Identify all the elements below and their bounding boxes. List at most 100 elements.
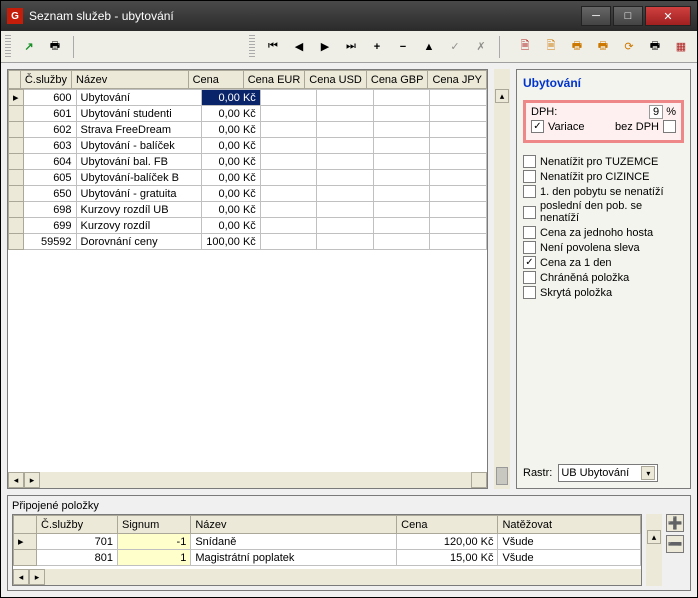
close-button[interactable]: ✕ — [645, 6, 691, 26]
refresh-icon[interactable]: ⟳ — [617, 35, 641, 59]
check-row[interactable]: Cena za jednoho hosta — [523, 226, 684, 239]
doc-red-icon[interactable]: 🗎 — [513, 35, 537, 59]
check-row[interactable]: Nenatížit pro CIZINCE — [523, 170, 684, 183]
print3-icon[interactable]: 🖶 — [591, 35, 615, 59]
table-row[interactable]: ▸600Ubytování0,00 Kč — [9, 90, 487, 106]
arrow-up-icon[interactable]: ↗ — [17, 35, 41, 59]
confirm-icon[interactable]: ✓ — [443, 35, 467, 59]
table-row[interactable]: 699Kurzovy rozdíl0,00 Kč — [9, 218, 487, 234]
check-label: Cena za 1 den — [540, 257, 612, 269]
table-row[interactable]: 604Ubytování bal. FB0,00 Kč — [9, 154, 487, 170]
last-icon[interactable]: ⏭ — [339, 35, 363, 59]
check-row[interactable]: Není povolena sleva — [523, 241, 684, 254]
check-row[interactable]: Nenatížit pro TUZEMCE — [523, 155, 684, 168]
table-row[interactable]: 650Ubytování - gratuita0,00 Kč — [9, 186, 487, 202]
side-up-icon[interactable]: ▴ — [495, 89, 509, 103]
scroll-thumb[interactable] — [496, 467, 508, 485]
titlebar[interactable]: G Seznam služeb - ubytování ─ □ ✕ — [1, 1, 697, 31]
col-header[interactable]: Cena EUR — [243, 71, 305, 89]
col-header[interactable]: Název — [191, 516, 397, 534]
col-header[interactable]: Cena USD — [305, 71, 367, 89]
remove-item-button[interactable]: ➖ — [666, 535, 684, 553]
col-header[interactable]: Cena GBP — [366, 71, 428, 89]
flag-icon[interactable]: ▦ — [669, 35, 693, 59]
dph-label: DPH: — [531, 106, 557, 118]
print-icon[interactable]: 🖶 — [43, 35, 67, 59]
app-window: G Seznam služeb - ubytování ─ □ ✕ ↗ 🖶 ⏮ … — [0, 0, 698, 598]
remove-icon[interactable]: − — [391, 35, 415, 59]
h-scrollbar[interactable]: ◂▸ — [8, 472, 487, 488]
app-icon: G — [7, 8, 23, 24]
checkbox[interactable]: ✓ — [523, 256, 536, 269]
col-header[interactable]: Cena JPY — [428, 71, 487, 89]
main-grid[interactable]: Č.službyNázevCenaCena EURCena USDCena GB… — [7, 69, 488, 489]
bezdph-checkbox[interactable] — [663, 120, 676, 133]
minimize-button[interactable]: ─ — [581, 6, 611, 26]
dph-value[interactable]: 9 — [649, 105, 663, 119]
table-row[interactable]: 601Ubytování studenti0,00 Kč — [9, 106, 487, 122]
maximize-button[interactable]: □ — [613, 6, 643, 26]
col-header[interactable]: Cena — [397, 516, 498, 534]
doc-orange-icon[interactable]: 🗎 — [539, 35, 563, 59]
check-label: poslední den pob. se nenatíží — [540, 200, 684, 224]
h-scrollbar[interactable]: ◂▸ — [13, 569, 641, 585]
check-label: Chráněná položka — [540, 272, 629, 284]
checkbox[interactable] — [523, 170, 536, 183]
add-icon[interactable]: + — [365, 35, 389, 59]
add-item-button[interactable]: ➕ — [666, 514, 684, 532]
toolbar-handle[interactable] — [5, 35, 11, 59]
check-row[interactable]: poslední den pob. se nenatíží — [523, 200, 684, 224]
table-row[interactable]: ▸701-1Snídaně120,00 KčVšude — [14, 534, 641, 550]
checkbox[interactable] — [523, 286, 536, 299]
toolbar: ↗ 🖶 ⏮ ◀ ▶ ⏭ + − ▲ ✓ ✗ 🗎 🗎 🖶 🖶 ⟳ 🖶 ▦ — [1, 31, 697, 63]
variace-checkbox[interactable]: ✓ — [531, 120, 544, 133]
bottom-grid[interactable]: Č.službySignumNázevCenaNatěžovat ▸701-1S… — [12, 514, 642, 586]
print4-icon[interactable]: 🖶 — [643, 35, 667, 59]
panel-title: Ubytování — [523, 76, 684, 90]
table-row[interactable]: 698Kurzovy rozdíl UB0,00 Kč — [9, 202, 487, 218]
col-header[interactable]: Č.služby — [37, 516, 118, 534]
col-header[interactable]: Signum — [118, 516, 191, 534]
edit-icon[interactable]: ▲ — [417, 35, 441, 59]
rastr-combo[interactable]: UB Ubytování▾ — [558, 464, 658, 482]
checkbox[interactable] — [523, 155, 536, 168]
table-row[interactable]: 59592Dorovnání ceny100,00 Kč — [9, 234, 487, 250]
checkbox[interactable] — [523, 185, 536, 198]
next-icon[interactable]: ▶ — [313, 35, 337, 59]
col-header[interactable]: Č.služby — [20, 71, 71, 89]
chevron-down-icon[interactable]: ▾ — [641, 466, 655, 480]
window-title: Seznam služeb - ubytování — [29, 9, 581, 23]
check-label: Nenatížit pro CIZINCE — [540, 171, 649, 183]
col-header[interactable]: Natěžovat — [498, 516, 641, 534]
check-label: Není povolena sleva — [540, 242, 640, 254]
col-header[interactable]: Cena — [188, 71, 243, 89]
table-row[interactable]: 8011Magistrátní poplatek15,00 KčVšude — [14, 550, 641, 566]
table-row[interactable]: 603Ubytování - balíček0,00 Kč — [9, 138, 487, 154]
bottom-title: Připojené položky — [12, 500, 686, 512]
bezdph-label: bez DPH — [615, 121, 659, 133]
check-label: Cena za jednoho hosta — [540, 227, 653, 239]
check-row[interactable]: Skrytá položka — [523, 286, 684, 299]
check-label: Nenatížit pro TUZEMCE — [540, 156, 658, 168]
side-strip: ▴ — [494, 69, 510, 489]
checkbox[interactable] — [523, 271, 536, 284]
check-label: Skrytá položka — [540, 287, 612, 299]
check-label: 1. den pobytu se nenatíží — [540, 186, 664, 198]
pct-label: % — [666, 106, 676, 118]
toolbar-handle[interactable] — [249, 35, 255, 59]
separator — [499, 36, 507, 58]
table-row[interactable]: 605Ubytování-balíček B0,00 Kč — [9, 170, 487, 186]
table-row[interactable]: 602Strava FreeDream0,00 Kč — [9, 122, 487, 138]
col-header[interactable]: Název — [72, 71, 189, 89]
checkbox[interactable] — [523, 206, 536, 219]
check-row[interactable]: 1. den pobytu se nenatíží — [523, 185, 684, 198]
prev-icon[interactable]: ◀ — [287, 35, 311, 59]
checkbox[interactable] — [523, 241, 536, 254]
check-row[interactable]: Chráněná položka — [523, 271, 684, 284]
first-icon[interactable]: ⏮ — [261, 35, 285, 59]
cancel-icon[interactable]: ✗ — [469, 35, 493, 59]
checkbox[interactable] — [523, 226, 536, 239]
check-row[interactable]: ✓ Cena za 1 den — [523, 256, 684, 269]
print2-icon[interactable]: 🖶 — [565, 35, 589, 59]
side-up-icon[interactable]: ▴ — [647, 530, 661, 544]
